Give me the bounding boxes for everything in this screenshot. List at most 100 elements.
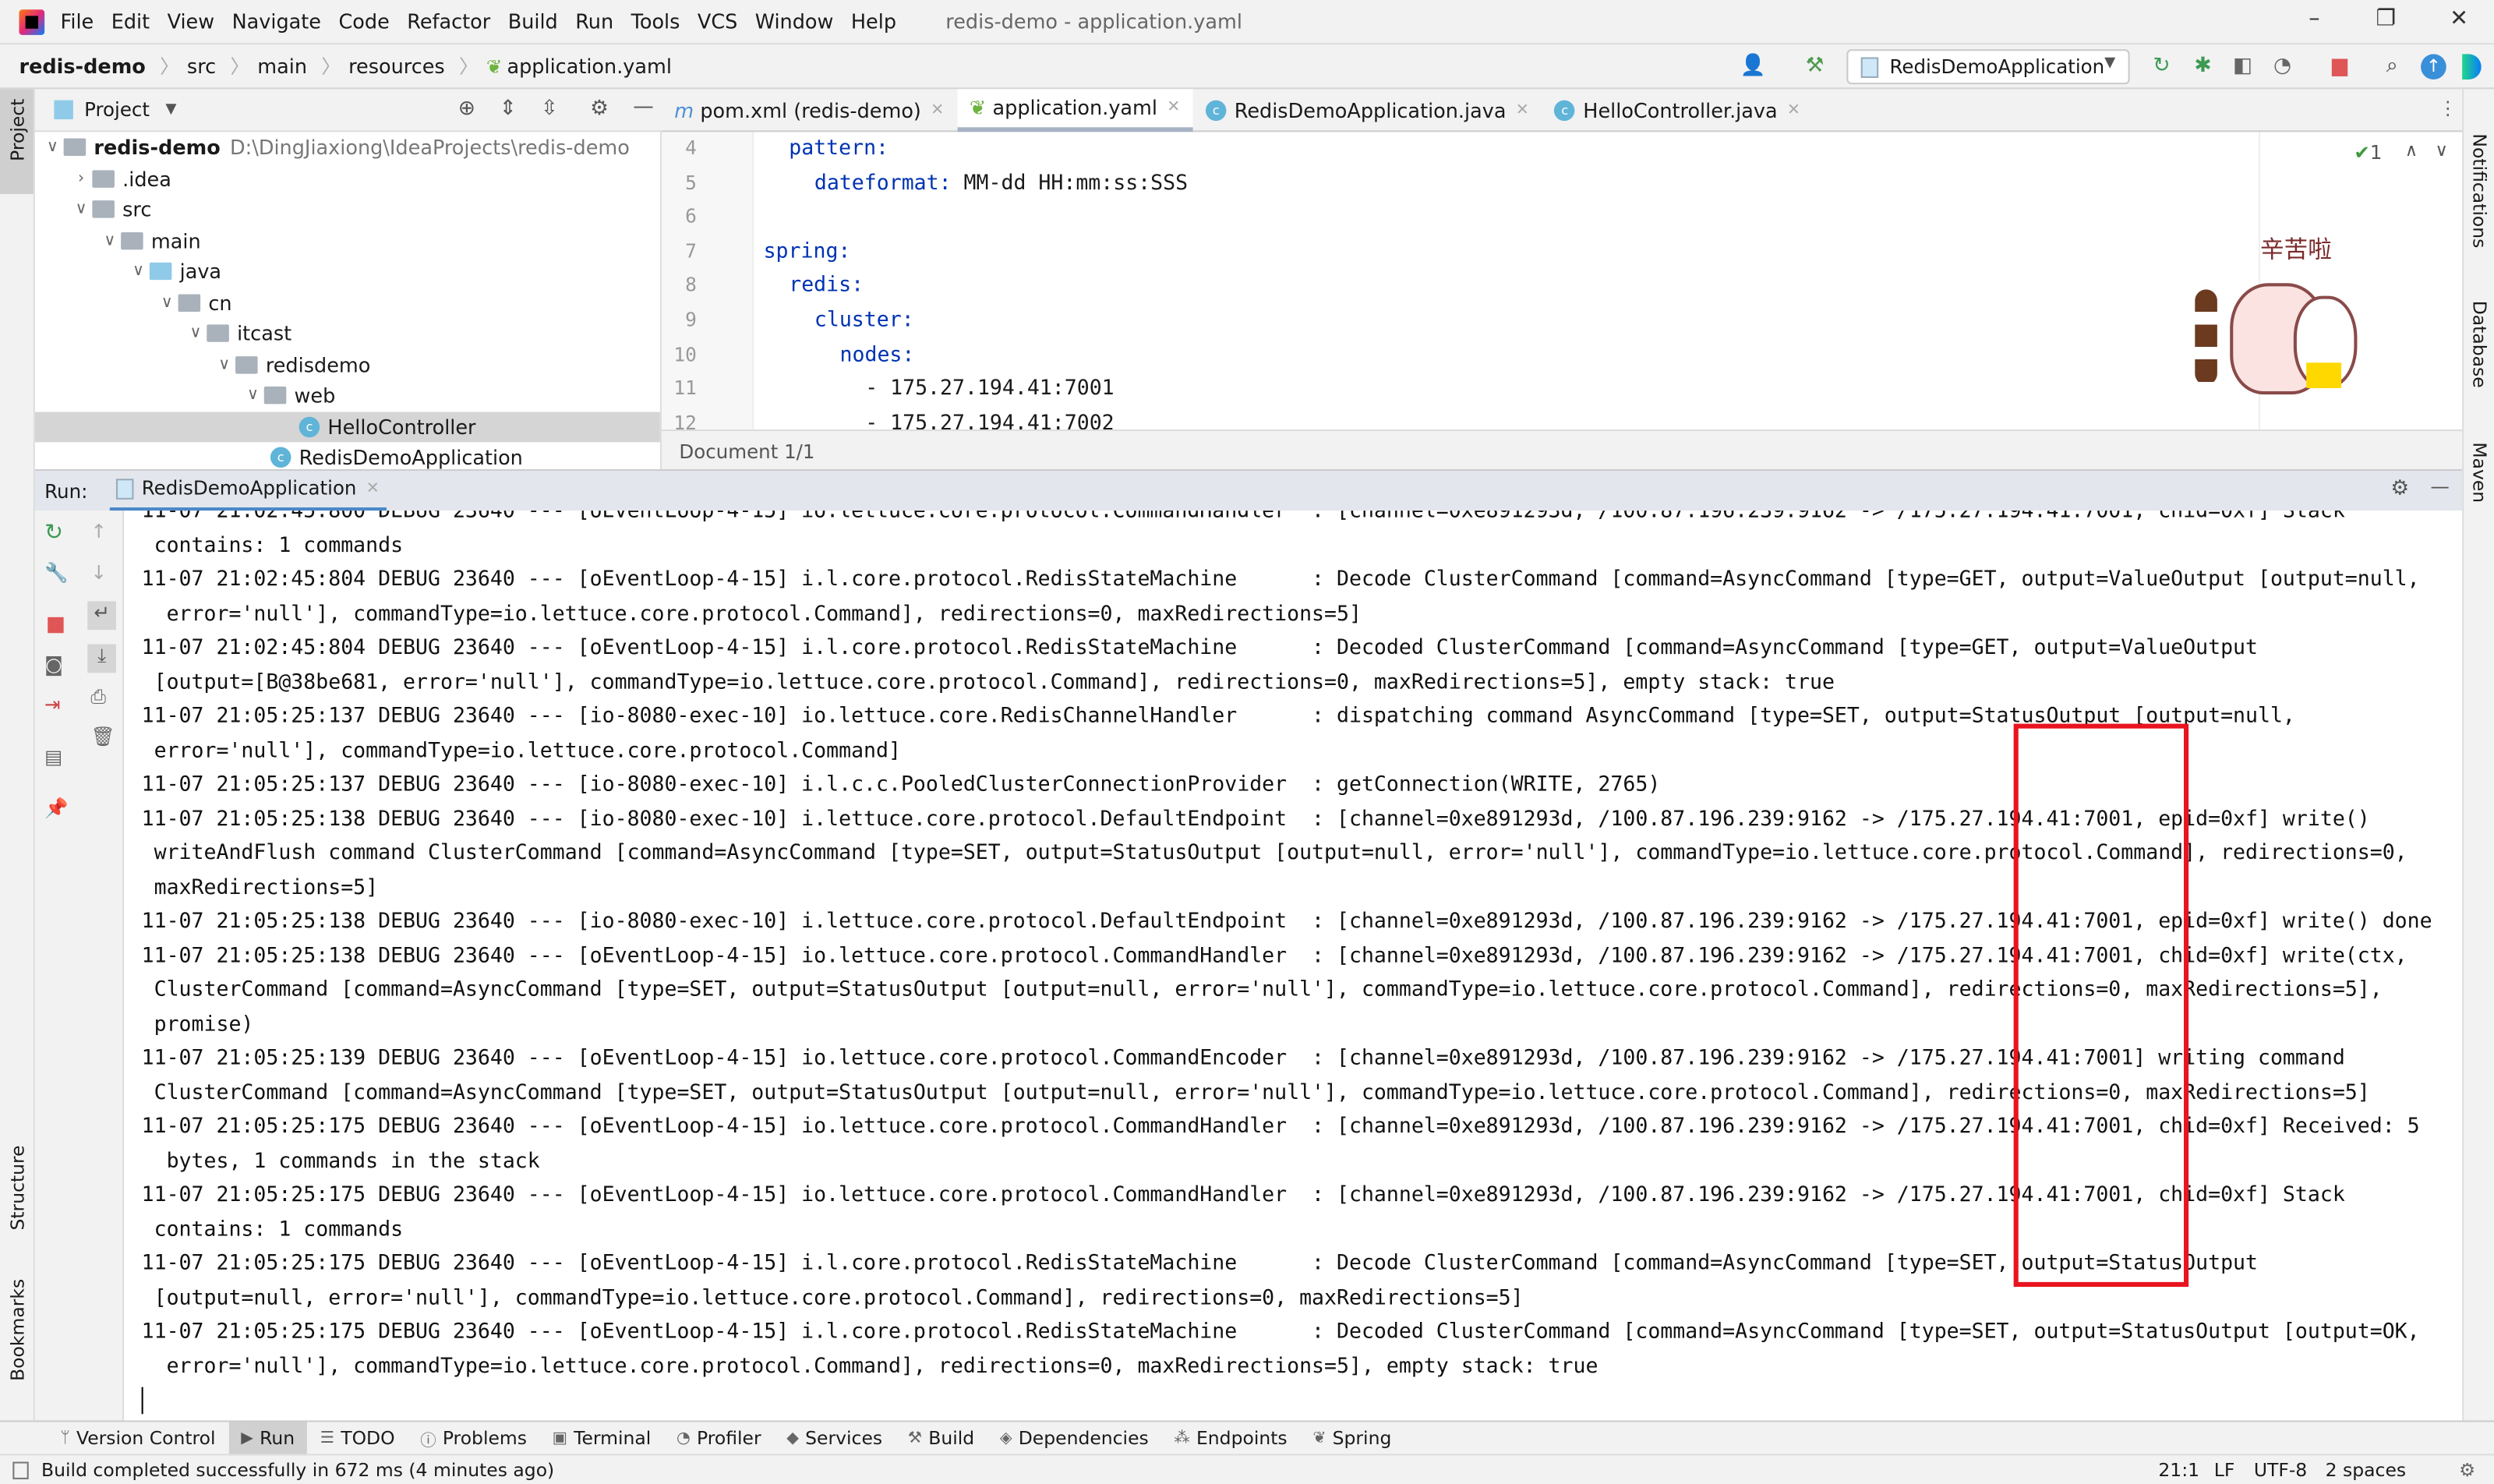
user-icon[interactable]: 👤 [1740, 54, 1766, 80]
project-view-select[interactable]: Project [84, 99, 150, 122]
rerun-icon[interactable]: ↻ [2149, 54, 2174, 80]
hide-icon[interactable]: — [2430, 475, 2449, 498]
print-icon[interactable]: ⎙ [90, 686, 106, 710]
locate-icon[interactable]: ⊕ [458, 97, 475, 121]
run-tab[interactable]: RedisDemoApplication ✕ [109, 470, 386, 512]
tree-item-web[interactable]: ∨ web [35, 380, 660, 412]
scroll-to-end-icon[interactable]: ⤓ [87, 644, 116, 673]
tree-root[interactable]: ∨ redis-demo D:\DingJiaxiong\IdeaProjects\… [35, 132, 660, 163]
menu-build[interactable]: Build [508, 9, 558, 34]
tree-item-hellocontroller[interactable]: c HelloController [34, 411, 660, 443]
exit-icon[interactable]: ⇥ [44, 694, 61, 716]
tool-terminal[interactable]: ▣ Terminal [539, 1421, 663, 1454]
file-encoding[interactable]: UTF-8 [2254, 1458, 2307, 1481]
breadcrumb-project[interactable]: redis-demo [19, 54, 145, 78]
menu-help[interactable]: Help [851, 9, 896, 34]
profile-icon[interactable]: ◔ [2270, 54, 2295, 80]
code-editor[interactable]: 4 pattern: 5 dateformat: MM-dd HH:mm:ss:… [661, 132, 2463, 430]
tree-item-idea[interactable]: › .idea [35, 163, 660, 194]
tool-problems[interactable]: ⓘ Problems [408, 1421, 539, 1454]
hide-icon[interactable]: — [633, 95, 654, 119]
maven-tool-button[interactable]: Maven [2468, 442, 2491, 503]
more-tabs-icon[interactable]: ⋮ [2439, 97, 2457, 119]
database-tool-button[interactable]: Database [2468, 301, 2491, 388]
tool-endpoints[interactable]: ⁂ Endpoints [1161, 1421, 1300, 1454]
breadcrumb-main[interactable]: main [257, 54, 307, 78]
tab-pom-xml[interactable]: m pom.xml (redis-demo) ✕ [662, 88, 957, 131]
tool-todo[interactable]: ☰ TODO [307, 1421, 407, 1454]
coverage-icon[interactable]: ◧ [2230, 54, 2256, 80]
up-arrow-icon[interactable]: ↑ [90, 520, 107, 542]
camera-icon[interactable]: ◙ [44, 654, 63, 677]
menu-edit[interactable]: Edit [111, 9, 150, 34]
tree-item-redisdemoapplication[interactable]: c RedisDemoApplication [35, 442, 660, 469]
stop-icon[interactable] [48, 617, 64, 634]
inspection-ok-icon[interactable]: ✔1 [2354, 142, 2382, 164]
rerun-icon[interactable]: ↻ [44, 520, 63, 546]
tree-item-main[interactable]: ∨ main [35, 225, 660, 256]
breadcrumb-resources[interactable]: resources [348, 54, 445, 78]
line-number: 7 [685, 239, 697, 263]
gear-icon[interactable]: ⚙ [2390, 477, 2409, 501]
menu-refactor[interactable]: Refactor [407, 9, 490, 34]
chevron-up-icon[interactable]: ∧ [2405, 140, 2418, 161]
caret-position[interactable]: 21:1 [2158, 1458, 2199, 1481]
project-tool-button[interactable]: Project [0, 89, 34, 194]
debug-icon[interactable]: ✱ [2190, 54, 2216, 80]
wrench-icon[interactable]: 🔧 [44, 561, 69, 584]
minimize-button[interactable]: – [2298, 6, 2330, 38]
soft-wrap-icon[interactable]: ↵ [87, 601, 116, 631]
tree-item-src[interactable]: ∨ src [35, 194, 660, 225]
tree-item-redisdemo[interactable]: ∨ redisdemo [35, 349, 660, 380]
tree-item-java[interactable]: ∨ java [35, 256, 660, 288]
close-button[interactable]: ✕ [2443, 6, 2475, 38]
menu-navigate[interactable]: Navigate [232, 9, 321, 34]
tab-application-yaml[interactable]: ❦ application.yaml ✕ [956, 88, 1193, 132]
update-icon[interactable]: ↑ [2421, 54, 2446, 80]
stop-icon[interactable] [2331, 58, 2348, 76]
left-tool-strip: Project Structure Bookmarks [0, 89, 35, 1421]
down-arrow-icon[interactable]: ↓ [90, 561, 107, 584]
menu-window[interactable]: Window [755, 9, 834, 34]
restore-button[interactable]: ❐ [2370, 6, 2402, 38]
search-icon[interactable]: ⌕ [2379, 54, 2405, 80]
tab-hellocontroller-java[interactable]: c HelloController.java ✕ [1542, 88, 1813, 131]
structure-tool-button[interactable]: Structure [6, 1145, 29, 1230]
bookmarks-tool-button[interactable]: Bookmarks [6, 1279, 29, 1381]
chevron-down-icon[interactable]: ▼ [165, 102, 176, 118]
build-hammer-icon[interactable]: ⚒ [1802, 54, 1828, 80]
tree-item-cn[interactable]: ∨ cn [35, 287, 660, 318]
collapse-all-icon[interactable]: ⇳ [541, 97, 558, 121]
tool-version-control[interactable]: ᛘ Version Control [48, 1421, 228, 1454]
status-message[interactable]: Build completed successfully in 672 ms (… [41, 1458, 554, 1481]
menu-vcs[interactable]: VCS [698, 9, 737, 34]
tool-dependencies[interactable]: ◈ Dependencies [987, 1421, 1162, 1454]
menu-file[interactable]: File [61, 9, 94, 34]
menu-code[interactable]: Code [338, 9, 389, 34]
breadcrumb-file[interactable]: application.yaml [507, 54, 672, 78]
menu-tools[interactable]: Tools [631, 9, 680, 34]
line-separator[interactable]: LF [2214, 1458, 2235, 1481]
project-tool-label: Project [6, 98, 29, 161]
notifications-tool-button[interactable]: Notifications [2468, 133, 2491, 248]
tool-build[interactable]: ⚒ Build [895, 1421, 987, 1454]
settings-icon[interactable]: ⚙ [2459, 1458, 2475, 1481]
chevron-down-icon[interactable]: ∨ [2435, 140, 2447, 161]
tool-services[interactable]: ◆ Services [774, 1421, 896, 1454]
tree-item-itcast[interactable]: ∨ itcast [35, 318, 660, 349]
menu-run[interactable]: Run [575, 9, 613, 34]
tab-redisdemoapplication-java[interactable]: c RedisDemoApplication.java ✕ [1193, 88, 1542, 131]
tool-profiler[interactable]: ◔ Profiler [664, 1421, 774, 1454]
trash-icon[interactable]: 🗑 [90, 726, 115, 748]
breadcrumb-src[interactable]: src [187, 54, 216, 78]
pin-icon[interactable]: 📌 [44, 797, 69, 819]
run-configuration-select[interactable]: RedisDemoApplication ▼ [1846, 49, 2130, 85]
status-toggle-icon[interactable] [12, 1461, 29, 1479]
expand-all-icon[interactable]: ⇕ [500, 97, 517, 121]
tool-spring[interactable]: ❦ Spring [1300, 1421, 1404, 1454]
gear-icon[interactable]: ⚙ [590, 97, 609, 121]
layout-icon[interactable]: ▤ [44, 746, 62, 768]
menu-view[interactable]: View [168, 9, 215, 34]
tool-run[interactable]: ▶ Run [228, 1421, 308, 1455]
indent-setting[interactable]: 2 spaces [2326, 1458, 2406, 1481]
